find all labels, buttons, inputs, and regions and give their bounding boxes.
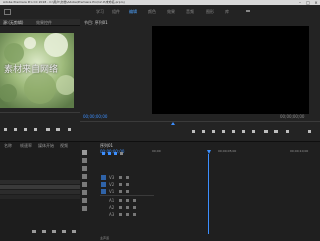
mark-in-icon[interactable]: [4, 128, 7, 131]
track-header-a3[interactable]: A3: [101, 212, 151, 218]
project-row[interactable]: [0, 185, 80, 189]
linked-selection-icon[interactable]: [108, 152, 111, 155]
program-mark-in-icon[interactable]: [192, 130, 195, 133]
source-watermark-text: 素材来自网络: [4, 65, 59, 75]
clear-icon[interactable]: [72, 230, 76, 233]
source-monitor-tabs: 源:(无剪辑) 效果控件: [0, 19, 80, 26]
type-tool-icon[interactable]: [82, 206, 87, 211]
lock-icon[interactable]: [119, 190, 122, 193]
program-goto-out-icon[interactable]: [252, 130, 255, 133]
eye-icon[interactable]: [126, 176, 129, 179]
program-step-back-icon[interactable]: [222, 130, 225, 133]
icon-view-icon[interactable]: [42, 230, 46, 233]
project-col-video[interactable]: 视频: [60, 143, 68, 149]
source-patch-icon[interactable]: [101, 175, 106, 180]
track-header-a1[interactable]: A1: [101, 198, 151, 204]
solo-icon[interactable]: [126, 199, 129, 202]
overwrite-icon[interactable]: [56, 128, 60, 131]
tab-source[interactable]: 源:(无剪辑): [3, 20, 23, 26]
eye-icon[interactable]: [126, 190, 129, 193]
lock-icon[interactable]: [119, 176, 122, 179]
selection-tool-icon[interactable]: [82, 150, 87, 155]
export-frame-icon[interactable]: [68, 128, 71, 131]
program-play-icon[interactable]: [232, 130, 235, 133]
source-timebar[interactable]: [0, 112, 80, 113]
workspace-tab-editing[interactable]: 编辑: [129, 9, 137, 15]
project-row[interactable]: [0, 180, 80, 184]
ruler-label: 00;00;05;00: [218, 149, 237, 153]
hand-tool-icon[interactable]: [82, 198, 87, 203]
track-select-tool-icon[interactable]: [82, 158, 87, 163]
timeline-playhead-line[interactable]: [208, 154, 209, 234]
solo-icon[interactable]: [126, 206, 129, 209]
program-monitor-title: 节目: 序列01: [84, 20, 108, 25]
add-button-icon[interactable]: [308, 130, 311, 133]
program-playhead-icon[interactable]: [171, 122, 175, 125]
mute-icon[interactable]: [119, 213, 122, 216]
program-export-frame-icon[interactable]: [286, 130, 289, 133]
workspace-menu-icon[interactable]: [246, 10, 250, 12]
program-mark-out-icon[interactable]: [202, 130, 205, 133]
lock-icon[interactable]: [119, 183, 122, 186]
workspace-tab-assembly[interactable]: 组件: [112, 9, 120, 15]
mute-icon[interactable]: [119, 206, 122, 209]
workspace-tab-graphics[interactable]: 图形: [206, 9, 214, 15]
mic-icon[interactable]: [133, 199, 136, 202]
mute-icon[interactable]: [119, 199, 122, 202]
project-col-name[interactable]: 名称: [4, 143, 12, 149]
mic-icon[interactable]: [133, 206, 136, 209]
solo-icon[interactable]: [126, 213, 129, 216]
ripple-edit-tool-icon[interactable]: [82, 166, 87, 171]
program-timecode[interactable]: 00;00;00;00: [83, 114, 107, 119]
source-patch-icon[interactable]: [101, 182, 106, 187]
track-header-a2[interactable]: A2: [101, 205, 151, 211]
new-bin-icon[interactable]: [52, 230, 56, 233]
lift-icon[interactable]: [264, 130, 268, 133]
mic-icon[interactable]: [133, 213, 136, 216]
track-header-v3[interactable]: V3: [101, 175, 151, 181]
program-timebar[interactable]: [80, 121, 320, 122]
step-back-icon[interactable]: [14, 128, 17, 131]
project-col-media-start[interactable]: 媒体开始: [38, 143, 54, 149]
track-header-v2[interactable]: V2: [101, 182, 151, 188]
workspace-tab-effects[interactable]: 效果: [167, 9, 175, 15]
list-view-icon[interactable]: [32, 230, 36, 233]
workspace-tab-audio[interactable]: 音频: [186, 9, 194, 15]
workspace-bar: 学习 组件 编辑 颜色 效果 音频 图形 库: [0, 5, 320, 20]
track-divider[interactable]: [100, 195, 154, 196]
program-video-frame: [152, 26, 309, 114]
add-marker-icon[interactable]: [114, 152, 117, 155]
workspace-tab-learning[interactable]: 学习: [96, 9, 104, 15]
program-duration: 00;00;00;00: [280, 114, 305, 119]
ruler-label: 00;00: [152, 149, 161, 153]
workspace-tab-color[interactable]: 颜色: [148, 9, 156, 15]
timeline-settings-icon[interactable]: [120, 152, 123, 155]
tab-effect-controls[interactable]: 效果控件: [36, 20, 52, 26]
razor-tool-icon[interactable]: [82, 174, 87, 179]
project-panel: 名称 帧速率 媒体开始 视频: [0, 141, 80, 241]
pen-tool-icon[interactable]: [82, 190, 87, 195]
slip-tool-icon[interactable]: [82, 182, 87, 187]
program-goto-in-icon[interactable]: [212, 130, 215, 133]
insert-icon[interactable]: [46, 128, 50, 131]
timeline-footer-label: 主声道: [100, 236, 110, 240]
source-patch-icon[interactable]: [101, 189, 106, 194]
program-step-forward-icon[interactable]: [242, 130, 245, 133]
project-row[interactable]: [0, 190, 80, 194]
home-icon[interactable]: [4, 9, 11, 15]
snap-icon[interactable]: [102, 152, 105, 155]
ruler-label: 00;00;10;00: [290, 149, 309, 153]
eye-icon[interactable]: [126, 183, 129, 186]
new-item-icon[interactable]: [62, 230, 66, 233]
step-forward-icon[interactable]: [34, 128, 37, 131]
project-row[interactable]: [0, 195, 80, 199]
extract-icon[interactable]: [274, 130, 278, 133]
play-icon[interactable]: [24, 128, 27, 131]
workspace-tab-libraries[interactable]: 库: [225, 9, 229, 15]
project-col-framerate[interactable]: 帧速率: [20, 143, 32, 149]
